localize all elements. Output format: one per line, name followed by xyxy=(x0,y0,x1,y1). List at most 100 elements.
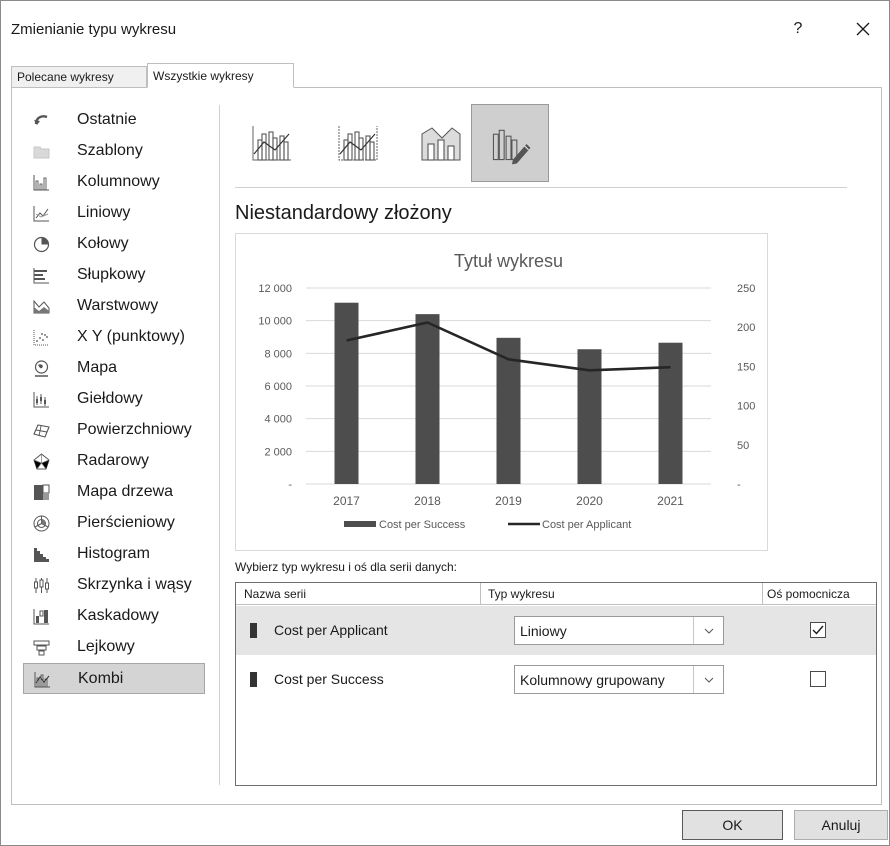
ok-button[interactable]: OK xyxy=(682,810,783,840)
custom-combo-icon xyxy=(492,129,531,165)
chart-canvas: Tytuł wykresu 12 000 10 000 8 000 6 000 4 000… xyxy=(258,251,755,531)
nav-item-scatter[interactable]: X Y (punktowy) xyxy=(23,322,205,353)
treemap-chart-icon xyxy=(34,484,50,500)
header-separator xyxy=(762,583,763,605)
nav-label: Słupkowy xyxy=(77,266,146,283)
nav-item-sunburst[interactable]: Pierścieniowy xyxy=(23,508,205,539)
chart-type-value: Kolumnowy grupowany xyxy=(520,672,665,688)
x-tick-label: 2017 xyxy=(333,494,360,508)
nav-label: Kombi xyxy=(78,670,124,687)
pie-chart-icon xyxy=(33,236,50,253)
y-tick-label: 6 000 xyxy=(264,381,292,393)
header-separator xyxy=(480,583,481,605)
nav-item-surface[interactable]: Powierzchniowy xyxy=(23,415,205,446)
subtype-custom-combo[interactable] xyxy=(471,104,549,182)
series-color-swatch xyxy=(250,672,257,687)
nav-item-box-whisker[interactable]: Skrzynka i wąsy xyxy=(23,570,205,601)
nav-label: Warstwowy xyxy=(77,297,159,314)
nav-item-waterfall[interactable]: Kaskadowy xyxy=(23,601,205,632)
tab-recommended-charts[interactable]: Polecane wykresy xyxy=(11,66,147,88)
y2-tick-label: - xyxy=(737,479,741,491)
y2-tick-label: 250 xyxy=(737,283,755,295)
cancel-button[interactable]: Anuluj xyxy=(794,810,888,840)
help-button[interactable]: ? xyxy=(786,17,810,41)
legend-label-line: Cost per Applicant xyxy=(542,519,631,531)
subtype-clustered-column-line[interactable] xyxy=(233,104,311,182)
chevron-down-icon xyxy=(704,628,714,634)
nav-item-funnel[interactable]: Lejkowy xyxy=(23,632,205,663)
nav-label: Kolumnowy xyxy=(77,173,160,190)
series-row[interactable]: Cost per Success Kolumnowy grupowany xyxy=(236,655,876,704)
chart-subtypes xyxy=(233,104,853,182)
secondary-axis-checkbox[interactable] xyxy=(810,622,826,638)
x-tick-label: 2021 xyxy=(657,494,684,508)
change-chart-type-dialog: Zmienianie typu wykresu ? Polecane wykre… xyxy=(0,0,890,846)
bar-chart-icon xyxy=(33,268,49,284)
secondary-axis-checkbox[interactable] xyxy=(810,671,826,687)
clustered-column-line-secondary-icon xyxy=(338,126,378,161)
nav-label: Radarowy xyxy=(77,452,150,469)
chart-title: Tytuł wykresu xyxy=(454,251,563,271)
map-chart-icon xyxy=(34,360,49,377)
chart-type-value: Liniowy xyxy=(520,623,567,639)
series-row[interactable]: Cost per Applicant Liniowy xyxy=(236,606,876,655)
nav-item-area[interactable]: Warstwowy xyxy=(23,291,205,322)
y2-tick-label: 100 xyxy=(737,401,755,413)
y2-tick-label: 50 xyxy=(737,440,749,452)
nav-item-histogram[interactable]: Histogram xyxy=(23,539,205,570)
histogram-chart-icon xyxy=(34,548,49,562)
chevron-down-icon xyxy=(704,677,714,683)
tab-all-charts[interactable]: Wszystkie wykresy xyxy=(147,63,294,88)
subtype-stacked-area-column[interactable] xyxy=(402,104,480,182)
nav-item-stock[interactable]: Giełdowy xyxy=(23,384,205,415)
templates-icon xyxy=(33,146,50,159)
series-grid-header: Nazwa serii Typ wykresu Oś pomocnicza xyxy=(236,583,876,605)
nav-item-recent[interactable]: Ostatnie xyxy=(23,105,205,136)
clustered-column-line-icon xyxy=(252,126,291,161)
nav-item-combo[interactable]: Kombi xyxy=(23,663,205,694)
legend-label-bar: Cost per Success xyxy=(379,519,466,531)
nav-item-line[interactable]: Liniowy xyxy=(23,198,205,229)
box-whisker-chart-icon xyxy=(34,578,49,593)
area-chart-icon xyxy=(33,299,50,314)
nav-label: Powierzchniowy xyxy=(77,421,192,438)
nav-label: Ostatnie xyxy=(77,111,137,128)
nav-label: Liniowy xyxy=(77,204,131,221)
nav-item-radar[interactable]: Radarowy xyxy=(23,446,205,477)
chart-type-select[interactable]: Liniowy xyxy=(514,616,724,645)
nav-label: Mapa drzewa xyxy=(77,483,174,500)
y-tick-label: - xyxy=(288,479,292,491)
nav-item-pie[interactable]: Kołowy xyxy=(23,229,205,260)
y-tick-label: 12 000 xyxy=(258,283,292,295)
series-name: Cost per Success xyxy=(274,671,384,687)
subtype-column-line-secondary-axis[interactable] xyxy=(319,104,397,182)
bar-2017 xyxy=(334,302,359,484)
dropdown-button[interactable] xyxy=(693,666,723,693)
nav-label: Kołowy xyxy=(77,235,129,252)
section-title: Niestandardowy złożony xyxy=(235,202,452,224)
nav-label: Lejkowy xyxy=(77,638,135,655)
y-tick-label: 4 000 xyxy=(264,414,292,426)
nav-item-bar[interactable]: Słupkowy xyxy=(23,260,205,291)
dropdown-button[interactable] xyxy=(693,617,723,644)
y-tick-label: 2 000 xyxy=(264,446,292,458)
recent-icon xyxy=(34,115,48,125)
nav-label: Skrzynka i wąsy xyxy=(77,576,192,593)
bar-2018 xyxy=(415,314,440,484)
nav-item-treemap[interactable]: Mapa drzewa xyxy=(23,477,205,508)
nav-item-column[interactable]: Kolumnowy xyxy=(23,167,205,198)
funnel-chart-icon xyxy=(33,640,50,656)
nav-label: Mapa xyxy=(77,359,118,376)
header-chart-type: Typ wykresu xyxy=(488,587,555,601)
y2-tick-label: 200 xyxy=(737,322,755,334)
chart-type-select[interactable]: Kolumnowy grupowany xyxy=(514,665,724,694)
x-tick-label: 2020 xyxy=(576,494,603,508)
header-series-name: Nazwa serii xyxy=(244,587,307,601)
nav-item-map[interactable]: Mapa xyxy=(23,353,205,384)
close-button[interactable] xyxy=(849,15,877,43)
stacked-area-column-icon xyxy=(421,127,461,161)
series-color-swatch xyxy=(250,623,257,638)
chart-preview: Tytuł wykresu 12 000 10 000 8 000 6 000 4 000… xyxy=(235,233,768,551)
nav-item-templates[interactable]: Szablony xyxy=(23,136,205,167)
stock-chart-icon xyxy=(33,392,49,408)
